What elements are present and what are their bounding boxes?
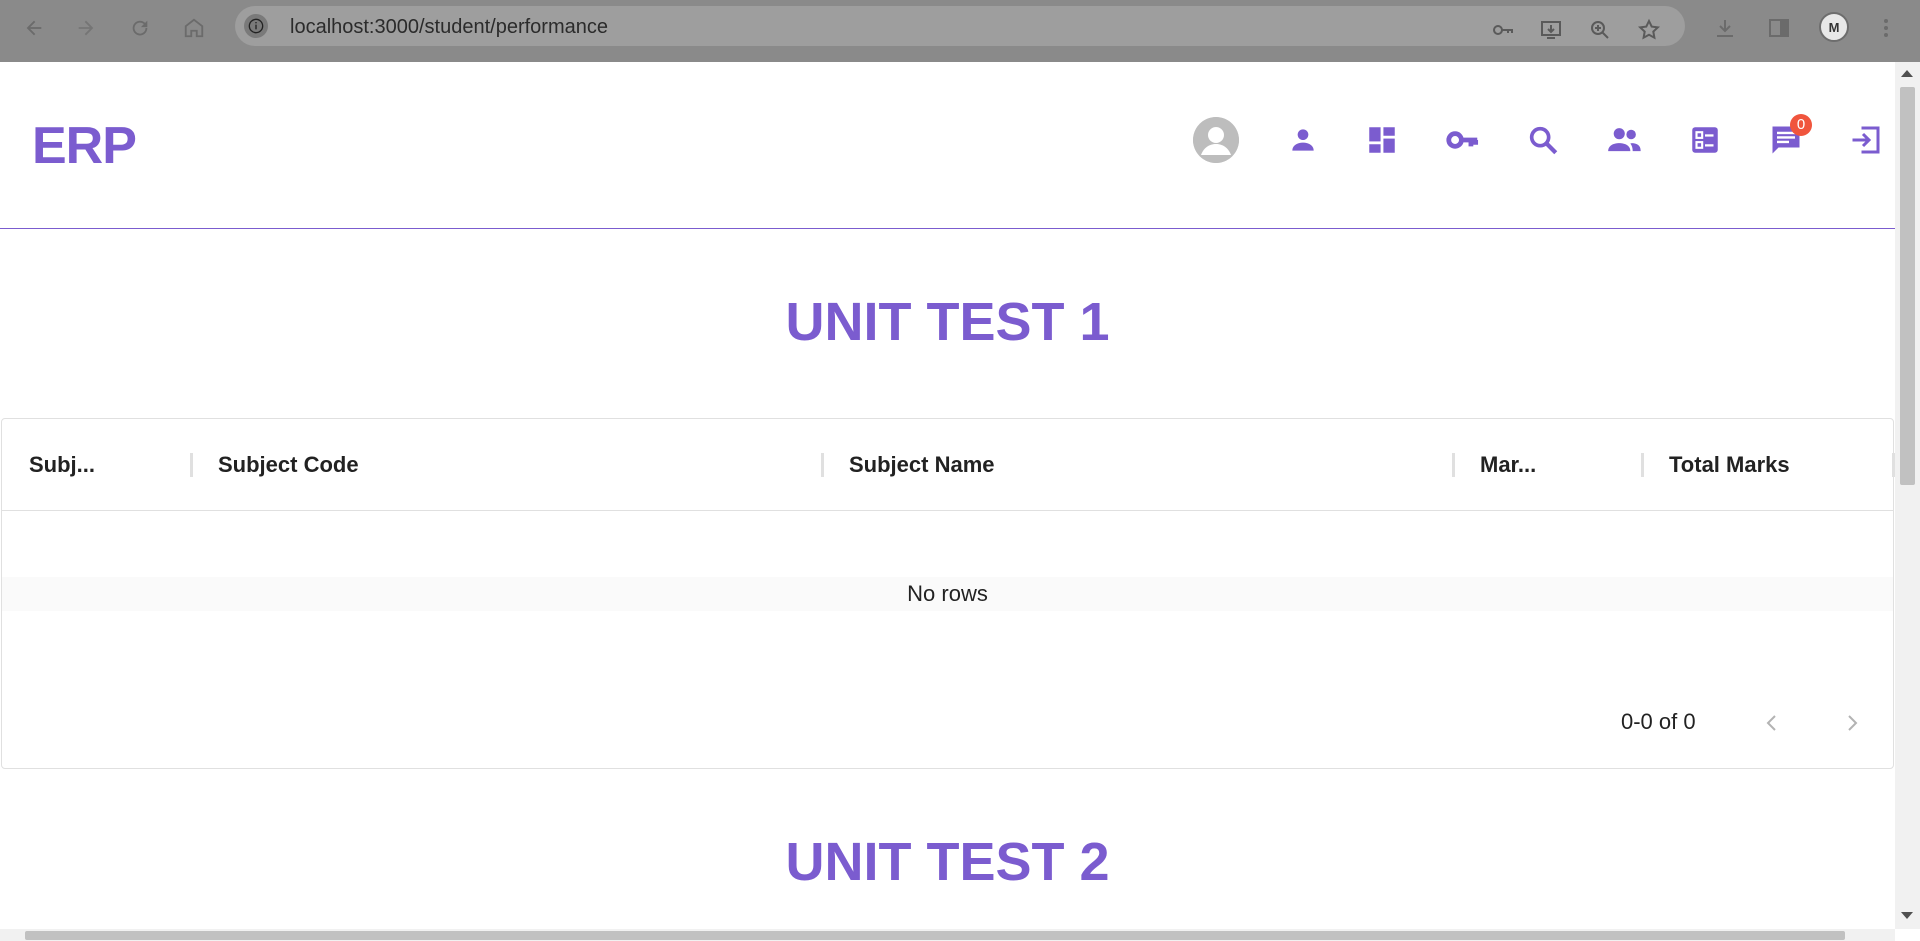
horizontal-scrollbar[interactable] xyxy=(0,929,1895,941)
chevron-left-icon xyxy=(1766,715,1776,731)
column-separator[interactable] xyxy=(821,453,824,477)
section-title-unit-test-1: UNIT TEST 1 xyxy=(785,292,1110,352)
pagination-range: 0-0 of 0 xyxy=(1621,709,1696,734)
column-header-subject-code[interactable]: Subject Code xyxy=(218,452,359,478)
avatar[interactable] xyxy=(1193,117,1239,163)
more-menu-icon[interactable] xyxy=(1872,14,1900,42)
site-info-icon[interactable] xyxy=(244,14,268,38)
page-content: ERP 0 UNIT TEST 1 Subj... Subject Code S… xyxy=(0,62,1895,929)
column-separator[interactable] xyxy=(190,453,193,477)
horizontal-scroll-thumb[interactable] xyxy=(25,931,1845,940)
dashboard-icon[interactable] xyxy=(1360,118,1404,162)
download-icon[interactable] xyxy=(1711,14,1739,42)
address-bar[interactable]: localhost:3000/student/performance xyxy=(235,6,1685,46)
home-icon[interactable] xyxy=(180,14,208,42)
previous-page-button[interactable] xyxy=(1754,705,1790,741)
reload-icon[interactable] xyxy=(126,14,154,42)
column-header-subject[interactable]: Subj... xyxy=(29,452,95,478)
column-separator[interactable] xyxy=(1452,453,1455,477)
browser-toolbar: localhost:3000/student/performance M xyxy=(0,0,1920,62)
profile-initials: M xyxy=(1828,19,1840,35)
scroll-up-arrow-icon[interactable] xyxy=(1901,70,1913,77)
data-grid: Subj... Subject Code Subject Name Mar...… xyxy=(1,418,1895,769)
app-header: ERP 0 xyxy=(0,62,1895,229)
group-icon[interactable] xyxy=(1602,118,1646,162)
next-page-button[interactable] xyxy=(1834,705,1870,741)
app-logo[interactable]: ERP xyxy=(32,116,137,176)
column-header-marks[interactable]: Mar... xyxy=(1480,452,1536,478)
column-header-total-marks[interactable]: Total Marks xyxy=(1669,452,1790,478)
notification-badge: 0 xyxy=(1790,114,1812,136)
no-rows-message: No rows xyxy=(907,581,988,606)
side-panel-icon[interactable] xyxy=(1765,14,1793,42)
bookmark-star-icon[interactable] xyxy=(1637,18,1661,42)
chevron-right-icon xyxy=(1848,715,1858,731)
profile-avatar[interactable]: M xyxy=(1819,12,1849,42)
column-header-subject-name[interactable]: Subject Name xyxy=(849,452,995,478)
list-icon[interactable] xyxy=(1683,118,1727,162)
url-text[interactable]: localhost:3000/student/performance xyxy=(290,16,608,39)
person-icon[interactable] xyxy=(1281,118,1325,162)
back-arrow-icon[interactable] xyxy=(20,14,48,42)
password-key-icon[interactable] xyxy=(1491,18,1515,42)
install-app-icon[interactable] xyxy=(1539,18,1563,42)
scroll-down-arrow-icon[interactable] xyxy=(1901,912,1913,919)
grid-footer: 0-0 of 0 xyxy=(2,677,1893,769)
key-icon[interactable] xyxy=(1441,118,1485,162)
logout-icon[interactable] xyxy=(1844,118,1888,162)
grid-header: Subj... Subject Code Subject Name Mar...… xyxy=(2,419,1895,511)
column-separator[interactable] xyxy=(1641,453,1644,477)
section-title-unit-test-2: UNIT TEST 2 xyxy=(785,832,1110,892)
search-icon[interactable] xyxy=(1521,118,1565,162)
vertical-scrollbar[interactable] xyxy=(1895,62,1920,929)
vertical-scroll-thumb[interactable] xyxy=(1900,87,1915,485)
forward-arrow-icon[interactable] xyxy=(72,14,100,42)
zoom-icon[interactable] xyxy=(1588,18,1612,42)
